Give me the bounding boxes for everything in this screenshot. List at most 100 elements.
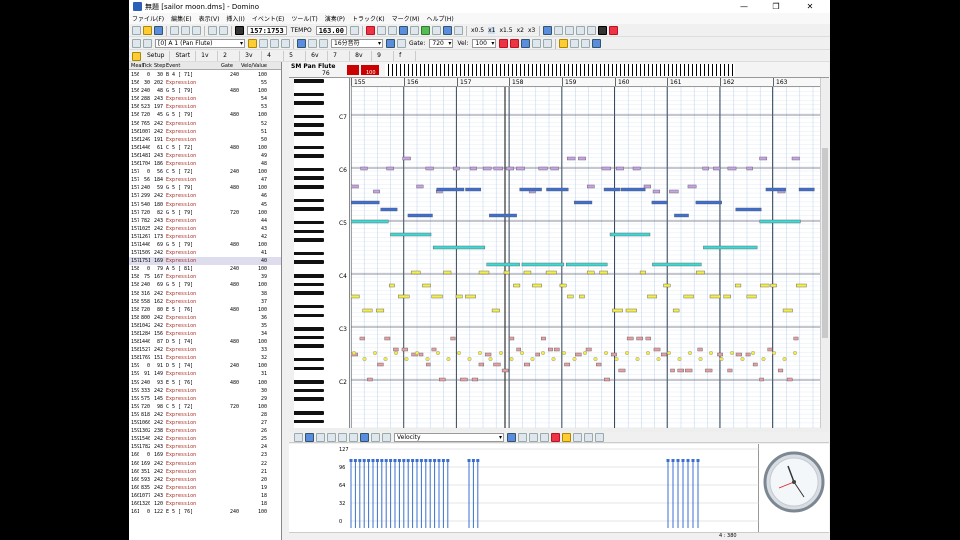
- event-row[interactable]: 1601077243Expression 18: [129, 492, 281, 500]
- fast-forward-icon[interactable]: [432, 26, 441, 35]
- note[interactable]: [661, 352, 667, 357]
- note[interactable]: [610, 352, 617, 357]
- note[interactable]: [612, 308, 623, 313]
- note[interactable]: [478, 362, 485, 367]
- note[interactable]: [596, 362, 602, 367]
- event-list[interactable]: Meas Tick Step Event Gate Velo/Value 156…: [129, 62, 282, 540]
- tab-3v[interactable]: 3v: [240, 51, 263, 61]
- black-key[interactable]: [294, 357, 324, 362]
- event-row[interactable]: 1591060242Expression 27: [129, 419, 281, 427]
- black-key[interactable]: [294, 313, 324, 318]
- note[interactable]: [505, 166, 514, 171]
- event-row[interactable]: 159575145Expression 29: [129, 395, 281, 403]
- instrument-select[interactable]: [0] A 1 (Pan Flute): [155, 39, 245, 48]
- black-key[interactable]: [294, 251, 324, 256]
- note[interactable]: [493, 362, 501, 367]
- random-tool-icon[interactable]: [349, 432, 358, 442]
- stop-icon[interactable]: [443, 26, 452, 35]
- note[interactable]: [493, 166, 503, 171]
- event-row[interactable]: 158720 80E 5 [ 76] 480 100: [129, 306, 281, 314]
- zoom-x0-5[interactable]: x0.5: [471, 27, 484, 34]
- event-row[interactable]: 156523197Expression 53: [129, 103, 281, 111]
- note[interactable]: [759, 377, 764, 382]
- note[interactable]: [685, 368, 693, 373]
- black-key[interactable]: [294, 273, 324, 278]
- layers-icon[interactable]: [573, 432, 582, 442]
- note[interactable]: [652, 189, 661, 194]
- piano-roll-grid[interactable]: [351, 87, 820, 428]
- measure-157[interactable]: 157: [457, 78, 471, 86]
- open-folder-icon[interactable]: [143, 26, 152, 35]
- note[interactable]: [767, 347, 773, 352]
- black-key[interactable]: [294, 176, 324, 181]
- note[interactable]: [432, 245, 486, 250]
- drag-tool-icon[interactable]: [281, 39, 290, 48]
- event-row[interactable]: 1561007242Expression 51: [129, 128, 281, 136]
- track-list-icon[interactable]: [132, 39, 141, 48]
- measure-155[interactable]: 155: [351, 78, 365, 86]
- zoom-x1[interactable]: x1: [488, 27, 496, 34]
- event-row[interactable]: 15772082G 5 [ 79]720100: [129, 209, 281, 217]
- note[interactable]: [367, 377, 373, 382]
- black-key[interactable]: [294, 198, 324, 203]
- menu-play[interactable]: 演奏(P): [325, 14, 345, 23]
- note[interactable]: [388, 283, 395, 288]
- freehand-tool-icon[interactable]: [327, 432, 336, 442]
- note[interactable]: [735, 207, 762, 212]
- note[interactable]: [745, 352, 751, 357]
- event-row[interactable]: 157 56184Expression 47: [129, 176, 281, 184]
- note[interactable]: [519, 187, 542, 192]
- note[interactable]: [697, 347, 703, 352]
- note[interactable]: [489, 213, 517, 218]
- quantize-icon[interactable]: [319, 39, 328, 48]
- note[interactable]: [796, 283, 807, 288]
- note[interactable]: [713, 166, 721, 171]
- note[interactable]: [643, 184, 651, 189]
- track-palette-icon[interactable]: [132, 51, 141, 61]
- black-key[interactable]: [294, 185, 324, 190]
- table-icon[interactable]: [595, 432, 604, 442]
- black-key[interactable]: [294, 79, 324, 84]
- fit-view-icon[interactable]: [521, 39, 531, 48]
- rewind-start-icon[interactable]: [399, 26, 408, 35]
- header-tick[interactable]: Tick: [140, 62, 152, 69]
- zoom-x3[interactable]: x3: [528, 27, 535, 34]
- color-icon[interactable]: [559, 39, 569, 48]
- tab-setup[interactable]: Setup: [142, 51, 171, 61]
- note[interactable]: [431, 294, 443, 299]
- measure-160[interactable]: 160: [615, 78, 629, 86]
- note[interactable]: [647, 294, 657, 299]
- note[interactable]: [770, 283, 777, 288]
- tempo-view-icon[interactable]: [598, 26, 608, 35]
- piano-roll-view-icon[interactable]: [543, 26, 553, 35]
- event-row[interactable]: 160835242Expression 19: [129, 484, 281, 492]
- note[interactable]: [645, 336, 651, 341]
- note[interactable]: [359, 336, 365, 341]
- position-display[interactable]: 157:1753: [247, 26, 287, 35]
- note[interactable]: [452, 166, 460, 171]
- mini-keyboard[interactable]: [385, 64, 735, 76]
- event-row[interactable]: 157540180Expression 45: [129, 201, 281, 209]
- note[interactable]: [601, 166, 611, 171]
- note[interactable]: [486, 262, 520, 267]
- note[interactable]: [532, 283, 542, 288]
- black-key[interactable]: [294, 123, 324, 128]
- lock-graph-icon[interactable]: [562, 432, 571, 442]
- pointer-tool-icon[interactable]: [294, 432, 303, 442]
- vertical-scrollbar[interactable]: [820, 78, 829, 428]
- event-row[interactable]: 157240 59G 5 [ 79] 480 100: [129, 184, 281, 192]
- note[interactable]: [509, 336, 515, 341]
- menu-track[interactable]: トラック(K): [352, 14, 385, 23]
- close-button[interactable]: ✕: [799, 0, 821, 13]
- note[interactable]: [653, 347, 661, 352]
- event-row[interactable]: 158 0 79A 5 [ 81] 240 100: [129, 265, 281, 273]
- note[interactable]: [386, 166, 394, 171]
- black-key[interactable]: [294, 167, 324, 172]
- curve-tool-icon[interactable]: [316, 432, 325, 442]
- vertical-scroll-thumb[interactable]: [822, 148, 828, 338]
- note[interactable]: [677, 368, 684, 373]
- note[interactable]: [567, 294, 574, 299]
- mute-indicator[interactable]: [347, 65, 359, 75]
- event-row[interactable]: 1561440 61C 5 [ 72] 480 100: [129, 144, 281, 152]
- event-row[interactable]: 161 0122E 5 [ 76] 240 100: [129, 508, 281, 516]
